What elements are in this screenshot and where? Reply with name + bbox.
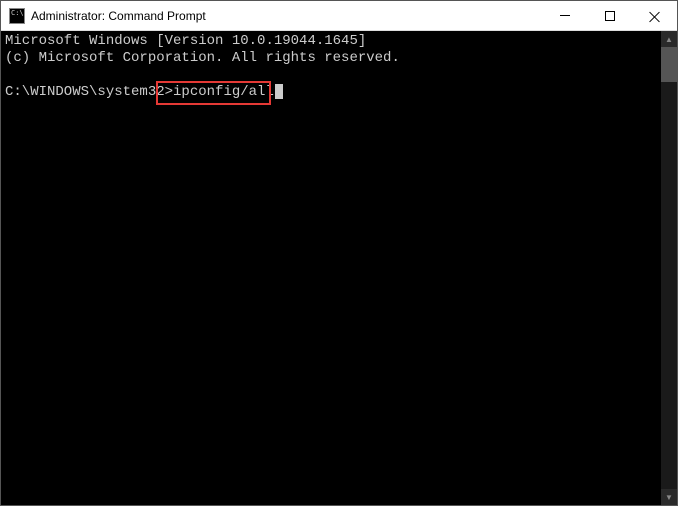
command-prompt-window: Administrator: Command Prompt Microsoft …	[0, 0, 678, 506]
window-controls	[542, 1, 677, 30]
typed-command: ipconfig/all	[173, 84, 274, 101]
minimize-button[interactable]	[542, 1, 587, 30]
copyright-line: (c) Microsoft Corporation. All rights re…	[5, 50, 400, 66]
scroll-down-arrow[interactable]: ▼	[661, 489, 677, 505]
terminal-wrapper: Microsoft Windows [Version 10.0.19044.16…	[1, 31, 677, 505]
scroll-thumb[interactable]	[661, 47, 677, 82]
maximize-icon	[605, 11, 615, 21]
maximize-button[interactable]	[587, 1, 632, 30]
close-icon	[649, 10, 661, 22]
cursor	[275, 84, 283, 99]
minimize-icon	[560, 15, 570, 16]
terminal-output[interactable]: Microsoft Windows [Version 10.0.19044.16…	[1, 31, 661, 505]
prompt-path: C:\WINDOWS\system32>	[5, 84, 173, 101]
window-title: Administrator: Command Prompt	[31, 9, 542, 23]
scroll-track[interactable]	[661, 47, 677, 489]
version-line: Microsoft Windows [Version 10.0.19044.16…	[5, 33, 366, 49]
app-icon	[9, 8, 25, 24]
titlebar[interactable]: Administrator: Command Prompt	[1, 1, 677, 31]
close-button[interactable]	[632, 1, 677, 30]
scroll-up-arrow[interactable]: ▲	[661, 31, 677, 47]
vertical-scrollbar[interactable]: ▲ ▼	[661, 31, 677, 505]
